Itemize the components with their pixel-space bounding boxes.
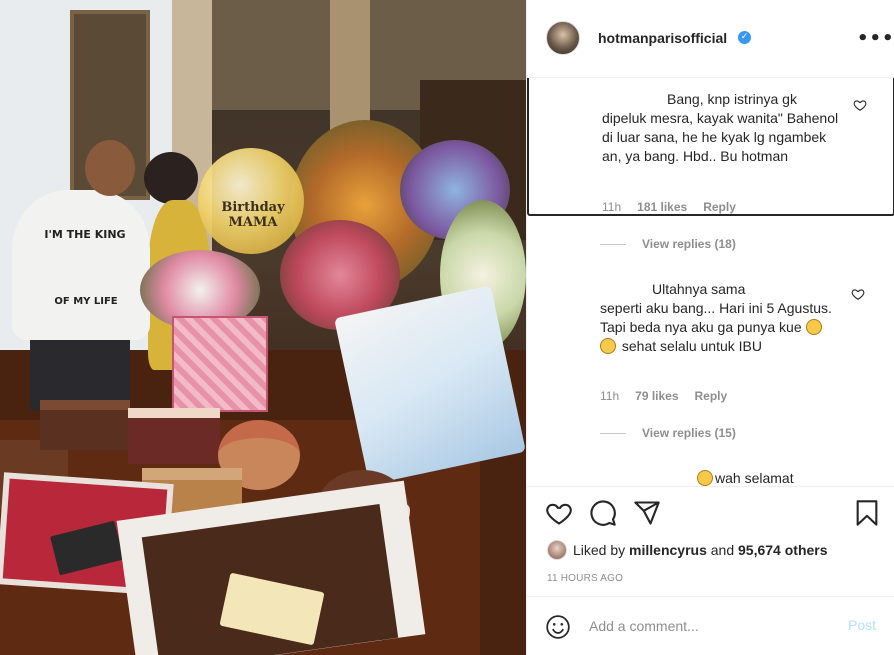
sad-emoji-icon	[600, 338, 616, 354]
liked-by-prefix: Liked by	[573, 542, 626, 558]
smile-icon[interactable]	[545, 614, 571, 640]
post-sidebar: hotmanparisofficial ✓ ••• Bang, knp istr…	[526, 0, 894, 655]
gift-box	[172, 316, 268, 412]
comment-line: dipeluk mesra, kayak wanita" Bahenol di …	[602, 110, 839, 164]
comment-line: seperti aku bang... Hari ini 5 Agustus. …	[600, 299, 840, 356]
comment-text: Ultahnya sama seperti aku bang... Hari i…	[600, 280, 840, 356]
username-link[interactable]: hotmanparisofficial	[598, 30, 727, 46]
avatar[interactable]	[546, 21, 580, 55]
man-body	[12, 190, 150, 340]
shirt-print-top: I'M THE KING	[44, 228, 126, 241]
snack-bouquet	[334, 285, 526, 485]
woman-head	[144, 152, 198, 204]
liker-username[interactable]: millencyrus	[629, 542, 707, 558]
bookmark-icon[interactable]	[853, 499, 881, 527]
add-comment-bar: Post	[527, 596, 894, 655]
comment-likes[interactable]: 79 likes	[635, 389, 678, 403]
man-legs	[30, 330, 130, 410]
emoji-icon	[697, 470, 713, 486]
verified-icon: ✓	[738, 31, 751, 44]
post-timestamp[interactable]: 11 HOURS AGO	[547, 573, 623, 584]
shirt-print-bottom: OF MY LIFE	[54, 296, 118, 307]
comment-line-part: seperti aku bang... Hari ini 5 Agustus. …	[600, 300, 832, 335]
comment-input[interactable]	[589, 615, 829, 637]
man-head	[85, 140, 135, 196]
balloon-text: Birthday MAMA	[221, 200, 285, 230]
comment-list[interactable]: Bang, knp istrinya gk dipeluk mesra, kay…	[527, 78, 894, 486]
heart-icon[interactable]	[851, 287, 865, 301]
liker-avatar[interactable]	[547, 540, 567, 560]
comment-text: wah selamat	[697, 469, 894, 486]
comment-time: 11h	[600, 389, 620, 403]
comment-line: Bang, knp istrinya gk	[667, 91, 797, 107]
comment-meta: 11h 181 likes Reply	[602, 200, 736, 214]
comment-line-part: sehat selalu untuk IBU	[621, 338, 762, 354]
sad-emoji-icon	[805, 319, 822, 335]
comment-text: Bang, knp istrinya gk dipeluk mesra, kay…	[602, 90, 842, 166]
post-photo[interactable]: I'M THE KING OF MY LIFE Birthday MAMA	[0, 0, 526, 655]
comment-line: Ultahnya sama	[652, 281, 746, 297]
post-header: hotmanparisofficial ✓ •••	[527, 0, 894, 78]
comment-icon[interactable]	[589, 499, 617, 527]
liked-by-conj: and	[710, 542, 735, 558]
more-icon[interactable]: •••	[857, 28, 894, 49]
view-replies-button[interactable]: View replies (18)	[600, 237, 736, 251]
liked-by: Liked by millencyrus and 95,674 others	[547, 540, 828, 560]
view-replies-button[interactable]: View replies (15)	[600, 426, 736, 440]
comment-meta: 11h 79 likes Reply	[600, 389, 727, 403]
likes-count-link[interactable]: 95,674 others	[738, 542, 828, 558]
cake	[128, 408, 220, 464]
heart-icon[interactable]	[853, 98, 867, 112]
comment-line: wah selamat	[715, 470, 794, 486]
reply-button[interactable]: Reply	[695, 389, 728, 403]
action-bar: Liked by millencyrus and 95,674 others 1…	[527, 486, 894, 596]
comment-time: 11h	[602, 200, 622, 214]
comment-likes[interactable]: 181 likes	[637, 200, 687, 214]
share-icon[interactable]	[633, 499, 661, 527]
post-button[interactable]: Post	[848, 617, 876, 633]
comment-item: Bang, knp istrinya gk dipeluk mesra, kay…	[527, 78, 894, 216]
reply-button[interactable]: Reply	[703, 200, 736, 214]
cake	[40, 400, 130, 450]
heart-icon[interactable]	[545, 499, 573, 527]
